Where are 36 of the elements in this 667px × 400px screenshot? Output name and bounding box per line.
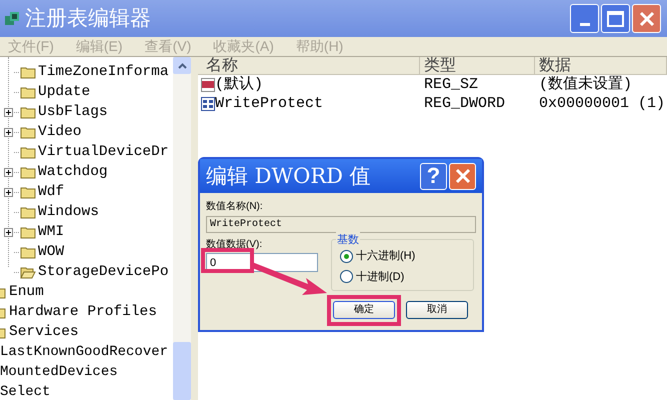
tree-item[interactable]: Watchdog [38,162,108,182]
tree-item[interactable]: WMI [38,222,64,242]
value-data: (数值未设置) [538,75,634,94]
value-name[interactable]: WriteProtect [215,94,324,113]
value-name-field: WriteProtect [206,216,476,233]
value-name-label: 数值名称(N): [206,201,264,213]
value-name[interactable]: (默认) [215,75,264,94]
tree-item[interactable]: StorageDevicePo [38,262,169,282]
radio-option[interactable]: 十进制(D) [340,268,465,285]
tree-item[interactable]: Update [38,82,90,102]
tree-item[interactable]: Select [0,382,50,400]
tree-item[interactable]: Windows [38,202,99,222]
window-title: 注册表编辑器 [25,8,151,29]
tree-item[interactable]: LastKnownGoodRecover [0,342,168,362]
tree-item[interactable]: VirtualDeviceDr [38,142,169,162]
column-header[interactable]: 类型 [420,57,535,74]
cancel-button[interactable]: 取消 [406,301,468,319]
tree-item[interactable]: Wdf [38,182,64,202]
value-data-label: 数值数据(V): [206,239,264,251]
help-button[interactable]: ? [420,162,447,190]
tree-item[interactable]: Enum [9,282,44,302]
tree-item[interactable]: Hardware Profiles [9,302,157,322]
tree-item[interactable]: Video [38,122,82,142]
column-header[interactable]: 数据 [535,57,667,74]
value-type: REG_DWORD [423,94,506,113]
tree-item[interactable]: Services [9,322,79,342]
tree-item[interactable]: MountedDevices [0,362,118,382]
radio-option[interactable]: 十六进制(H) [340,248,465,264]
dialog-title: 编辑 DWORD 值 [206,166,371,186]
value-data: 0x00000001 (1) [538,94,666,113]
tree-item[interactable]: WOW [38,242,64,262]
value-type: REG_SZ [423,75,480,94]
ok-button[interactable]: 确定 [333,301,395,319]
column-header[interactable]: 名称 [198,57,420,74]
tree-item[interactable]: UsbFlags [38,102,108,122]
tree-item[interactable]: TimeZoneInforma [38,62,169,82]
